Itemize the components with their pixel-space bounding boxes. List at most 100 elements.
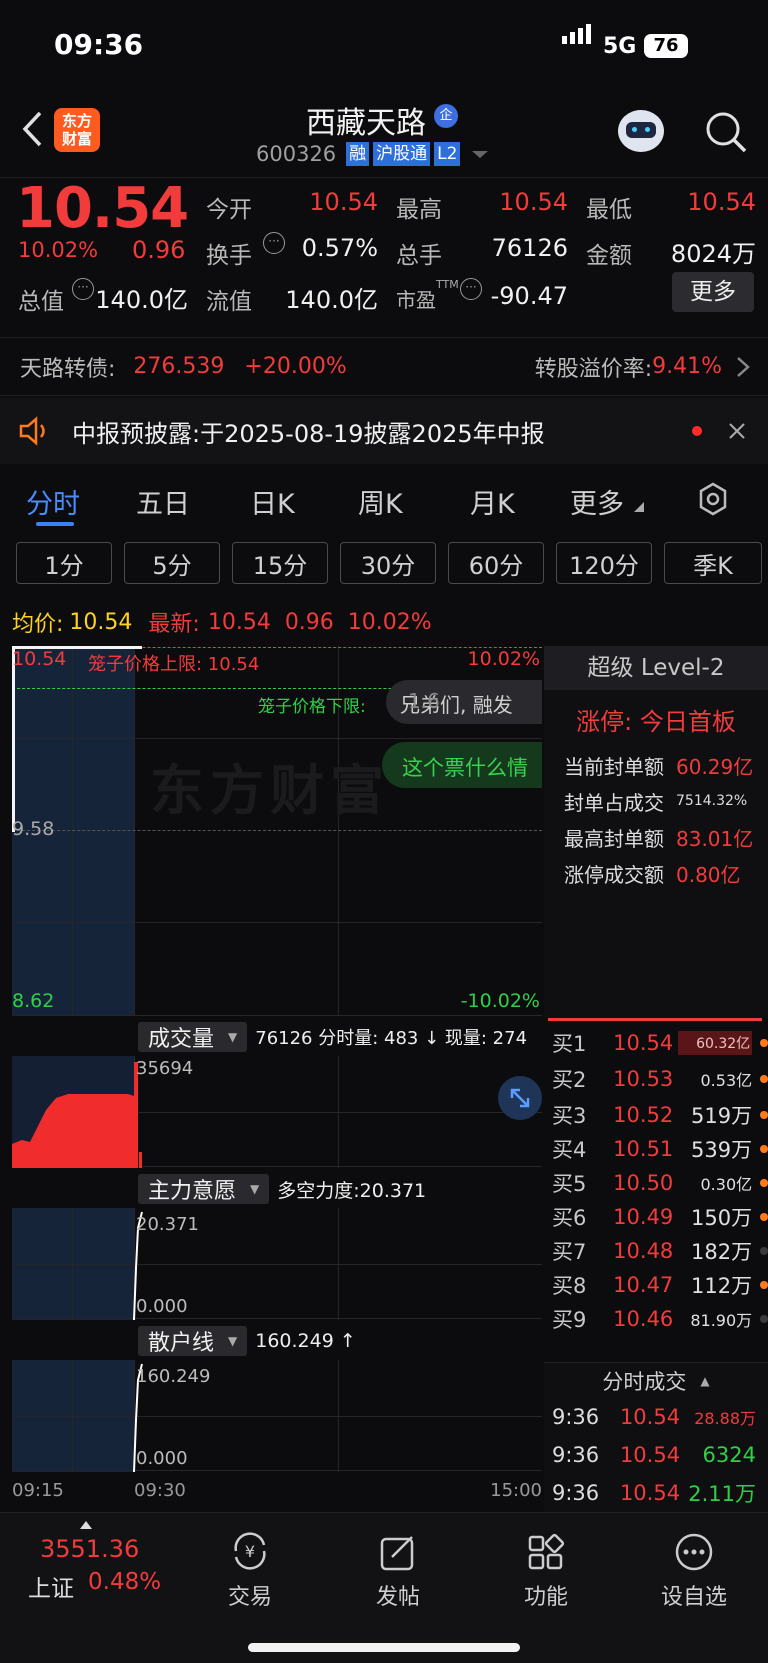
level2-title[interactable]: 超级 Level-2 [544, 646, 768, 690]
bid-volume: 150万 [691, 1206, 753, 1230]
limit-status: 涨停: 今日首板 [576, 708, 736, 736]
trade-button[interactable]: ¥ 交易 [190, 1523, 310, 1611]
period-1m[interactable]: 1分 [16, 542, 112, 584]
order-dot-icon [760, 1111, 768, 1119]
back-arrow-icon[interactable] [20, 110, 44, 148]
period-30m[interactable]: 30分 [340, 542, 436, 584]
robot-assistant-icon[interactable] [618, 110, 664, 152]
retail-selector[interactable]: 散户线 ▼ [138, 1326, 248, 1356]
volume-selector[interactable]: 成交量 ▼ [138, 1022, 248, 1052]
bid-volume: 0.53亿 [700, 1071, 753, 1090]
bid-row-8: 买8 10.47 112万 [552, 1268, 768, 1302]
tick-row: 9:36 10.54 2.11万 [544, 1474, 768, 1512]
tab-intraday[interactable]: 分时 [26, 482, 80, 521]
tick-volume: 28.88万 [694, 1409, 756, 1428]
period-15m[interactable]: 15分 [232, 542, 328, 584]
pct-axis-bottom: -10.02% [460, 990, 540, 1012]
tick-price: 10.54 [619, 1443, 681, 1467]
time-label-continuous: 09:30 [134, 1480, 186, 1498]
latest-pct: 10.02% [347, 609, 432, 635]
add-watchlist-button[interactable]: 设自选 [634, 1523, 754, 1611]
float-value: 140.0亿 [285, 286, 378, 314]
max-seal-value: 83.01亿 [676, 826, 754, 851]
more-button[interactable]: 更多 [672, 272, 754, 312]
bid-price: 10.50 [613, 1171, 674, 1195]
avg-label: 均价: [12, 612, 64, 637]
eastmoney-logo[interactable]: 东方 财富 [54, 108, 100, 152]
stock-code-row[interactable]: 600326 融 沪股通 L2 [256, 142, 489, 166]
period-120m[interactable]: 120分 [556, 542, 652, 584]
time-label-close: 15:00 [490, 1480, 542, 1498]
tab-weekly-k[interactable]: 周K [358, 482, 403, 521]
post-label: 发帖 [375, 1585, 420, 1610]
period-5m[interactable]: 5分 [124, 542, 220, 584]
period-60m[interactable]: 60分 [448, 542, 544, 584]
ticks-title: 分时成交 [602, 1369, 687, 1394]
chat-bubble-2[interactable]: 这个票什么情 [382, 742, 542, 788]
gear-icon[interactable] [696, 482, 730, 516]
retail-line-panel[interactable]: 散户线 ▼ 160.249 ↑ 160.249 0.000 [12, 1324, 542, 1476]
open-value: 10.54 [309, 188, 378, 216]
info-dots-icon[interactable]: ··· [460, 278, 482, 300]
period-quarter-k[interactable]: 季K [664, 542, 762, 584]
ticks-header[interactable]: 分时成交 ▲ [544, 1362, 768, 1398]
pe-value: -90.47 [490, 282, 568, 310]
bid-row-9: 买9 10.46 81.90万 [552, 1302, 768, 1336]
up-triangle-icon [80, 1521, 92, 1529]
order-dot-icon [760, 1075, 768, 1083]
tab-monthly-k[interactable]: 月K [470, 482, 515, 521]
bid-price: 10.54 [613, 1031, 674, 1055]
retail-selector-label: 散户线 [148, 1331, 215, 1356]
index-ticker[interactable]: 3551.36 上证 0.48% [0, 1513, 170, 1613]
chat-bubble-1[interactable]: 1.6 兄弟们, 融发 [386, 680, 542, 724]
functions-label: 功能 [523, 1585, 568, 1610]
tick-time: 9:36 [552, 1443, 600, 1467]
order-book[interactable]: 买1 10.54 60.32亿 买2 10.53 0.53亿 买3 10.52 … [544, 1026, 768, 1360]
order-dot-icon [760, 1039, 768, 1047]
seal-amount-value: 60.29亿 [676, 754, 754, 779]
bid-row-1: 买1 10.54 60.32亿 [552, 1026, 768, 1060]
tab-five-day[interactable]: 五日 [136, 482, 190, 521]
volume-panel[interactable]: 成交量 ▼ 76126 分时量: 483 ↓ 现量: 274 35694 [12, 1020, 542, 1172]
bid-label: 买9 [552, 1308, 587, 1332]
time-axis: 09:15 09:30 15:00 [12, 1476, 542, 1498]
ticks-collapse-icon: ▲ [700, 1373, 710, 1388]
post-button[interactable]: 发帖 [338, 1523, 458, 1611]
notice-bar[interactable]: 中报预披露:于2025-08-19披露2025年中报 [0, 398, 768, 464]
status-bar: 09:36 5G 76 [0, 0, 768, 96]
bid-price: 10.49 [613, 1205, 674, 1229]
unread-dot-icon [692, 426, 702, 436]
main-force-panel[interactable]: 主力意愿 ▼ 多空力度:20.371 20.371 0.000 [12, 1172, 542, 1324]
tab-more[interactable]: 更多 [570, 482, 624, 521]
convertible-bond-row[interactable]: 天路转债: 276.539 +20.00% 转股溢价率: 9.41% [0, 338, 768, 396]
close-icon[interactable] [728, 422, 746, 440]
tick-price: 10.54 [619, 1481, 681, 1505]
functions-button[interactable]: 功能 [486, 1523, 606, 1611]
retail-axis-bottom: 0.000 [136, 1448, 188, 1469]
order-dot-icon [760, 1315, 768, 1323]
yen-exchange-icon: ¥ [234, 1532, 266, 1570]
prev-close-line [12, 830, 542, 831]
bid-price: 10.53 [613, 1067, 674, 1091]
main-force-selector[interactable]: 主力意愿 ▼ [138, 1174, 270, 1204]
volume-axis-top: 35694 [136, 1058, 194, 1079]
float-label: 流值 [206, 289, 252, 315]
order-dot-icon [760, 1145, 768, 1153]
chevron-right-icon [737, 356, 750, 377]
bid-price: 10.48 [613, 1239, 674, 1263]
main-force-axis-top: 20.371 [136, 1214, 199, 1235]
cage-lower-label: 笼子价格下限: [258, 697, 366, 717]
expand-icon[interactable] [498, 1076, 542, 1120]
tick-trades-panel[interactable]: 分时成交 ▲ 9:36 10.54 28.88万 9:36 10.54 6324… [544, 1362, 768, 1512]
edit-post-icon [380, 1536, 414, 1571]
bottom-toolbar: 3551.36 上证 0.48% ¥ 交易 发帖 功能 设自选 [0, 1512, 768, 1663]
amount-label: 金额 [586, 243, 632, 269]
level2-panel: 超级 Level-2 涨停: 今日首板 当前封单额 60.29亿 封单占成交 7… [544, 646, 768, 1018]
intraday-price-chart[interactable]: 东方财富 10.54 9.58 8.62 10.02% -10.02% 笼子价格… [12, 646, 542, 1016]
signal-icon [562, 24, 591, 44]
info-dots-icon[interactable]: ··· [72, 278, 94, 300]
tab-daily-k[interactable]: 日K [250, 482, 295, 521]
search-icon[interactable] [704, 110, 748, 154]
bid-volume: 519万 [691, 1104, 753, 1128]
bid-label: 买6 [552, 1206, 587, 1230]
